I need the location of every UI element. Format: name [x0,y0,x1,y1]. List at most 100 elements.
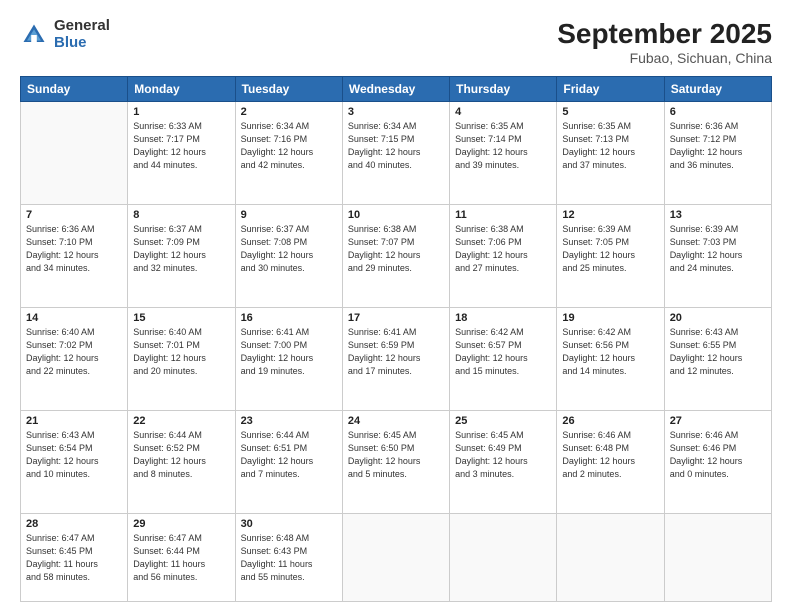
day-info: Sunrise: 6:36 AM Sunset: 7:10 PM Dayligh… [26,223,122,275]
day-info: Sunrise: 6:35 AM Sunset: 7:14 PM Dayligh… [455,120,551,172]
day-number: 1 [133,106,229,118]
day-info: Sunrise: 6:43 AM Sunset: 6:55 PM Dayligh… [670,326,766,378]
day-info: Sunrise: 6:45 AM Sunset: 6:50 PM Dayligh… [348,429,444,481]
day-number: 16 [241,312,337,324]
day-number: 24 [348,415,444,427]
day-info: Sunrise: 6:36 AM Sunset: 7:12 PM Dayligh… [670,120,766,172]
day-info: Sunrise: 6:40 AM Sunset: 7:01 PM Dayligh… [133,326,229,378]
day-number: 19 [562,312,658,324]
day-info: Sunrise: 6:44 AM Sunset: 6:52 PM Dayligh… [133,429,229,481]
day-info: Sunrise: 6:47 AM Sunset: 6:44 PM Dayligh… [133,532,229,584]
table-row: 5 Sunrise: 6:35 AM Sunset: 7:13 PM Daylig… [557,102,664,205]
table-row [450,513,557,601]
table-row: 29 Sunrise: 6:47 AM Sunset: 6:44 PM Dayli… [128,513,235,601]
day-number: 21 [26,415,122,427]
table-row: 14 Sunrise: 6:40 AM Sunset: 7:02 PM Dayli… [21,307,128,410]
table-row [342,513,449,601]
table-row: 19Sunrise: 6:42 AM Sunset: 6:56 PM Dayli… [557,307,664,410]
table-row: 18 Sunrise: 6:42 AM Sunset: 6:57 PM Dayli… [450,307,557,410]
day-info: Sunrise: 6:34 AM Sunset: 7:15 PM Dayligh… [348,120,444,172]
day-number: 14 [26,312,122,324]
table-row: 8Sunrise: 6:37 AM Sunset: 7:09 PM Daylig… [128,204,235,307]
day-number: 26 [562,415,658,427]
month-title: September 2025 [557,18,772,50]
table-row [21,102,128,205]
day-number: 7 [26,209,122,221]
table-row: 17Sunrise: 6:41 AM Sunset: 6:59 PM Dayli… [342,307,449,410]
col-sunday: Sunday [21,77,128,102]
table-row: 11 Sunrise: 6:38 AM Sunset: 7:06 PM Dayli… [450,204,557,307]
day-info: Sunrise: 6:39 AM Sunset: 7:05 PM Dayligh… [562,223,658,275]
table-row: 13 Sunrise: 6:39 AM Sunset: 7:03 PM Dayli… [664,204,771,307]
day-info: Sunrise: 6:35 AM Sunset: 7:13 PM Dayligh… [562,120,658,172]
day-info: Sunrise: 6:46 AM Sunset: 6:48 PM Dayligh… [562,429,658,481]
table-row: 23 Sunrise: 6:44 AM Sunset: 6:51 PM Dayli… [235,410,342,513]
table-row [664,513,771,601]
day-number: 15 [133,312,229,324]
col-tuesday: Tuesday [235,77,342,102]
table-row: 1 Sunrise: 6:33 AM Sunset: 7:17 PM Daylig… [128,102,235,205]
day-number: 5 [562,106,658,118]
day-info: Sunrise: 6:42 AM Sunset: 6:57 PM Dayligh… [455,326,551,378]
day-number: 18 [455,312,551,324]
day-info: Sunrise: 6:39 AM Sunset: 7:03 PM Dayligh… [670,223,766,275]
day-info: Sunrise: 6:37 AM Sunset: 7:08 PM Dayligh… [241,223,337,275]
day-number: 17 [348,312,444,324]
logo-text: General Blue [54,18,110,51]
calendar-week-5: 28Sunrise: 6:47 AM Sunset: 6:45 PM Dayli… [21,513,772,601]
calendar-week-2: 7 Sunrise: 6:36 AM Sunset: 7:10 PM Daylig… [21,204,772,307]
calendar-week-1: 1 Sunrise: 6:33 AM Sunset: 7:17 PM Daylig… [21,102,772,205]
calendar-week-3: 14 Sunrise: 6:40 AM Sunset: 7:02 PM Dayli… [21,307,772,410]
day-number: 22 [133,415,229,427]
day-info: Sunrise: 6:34 AM Sunset: 7:16 PM Dayligh… [241,120,337,172]
table-row: 2 Sunrise: 6:34 AM Sunset: 7:16 PM Daylig… [235,102,342,205]
day-number: 30 [241,518,337,530]
day-info: Sunrise: 6:45 AM Sunset: 6:49 PM Dayligh… [455,429,551,481]
calendar-week-4: 21Sunrise: 6:43 AM Sunset: 6:54 PM Dayli… [21,410,772,513]
table-row [557,513,664,601]
calendar-table: Sunday Monday Tuesday Wednesday Thursday… [20,76,772,602]
day-number: 9 [241,209,337,221]
day-info: Sunrise: 6:46 AM Sunset: 6:46 PM Dayligh… [670,429,766,481]
logo-icon [20,21,48,49]
table-row: 6Sunrise: 6:36 AM Sunset: 7:12 PM Daylig… [664,102,771,205]
table-row: 9 Sunrise: 6:37 AM Sunset: 7:08 PM Daylig… [235,204,342,307]
day-number: 23 [241,415,337,427]
table-row: 21Sunrise: 6:43 AM Sunset: 6:54 PM Dayli… [21,410,128,513]
table-row: 25Sunrise: 6:45 AM Sunset: 6:49 PM Dayli… [450,410,557,513]
day-info: Sunrise: 6:33 AM Sunset: 7:17 PM Dayligh… [133,120,229,172]
table-row: 10Sunrise: 6:38 AM Sunset: 7:07 PM Dayli… [342,204,449,307]
day-number: 27 [670,415,766,427]
day-number: 10 [348,209,444,221]
day-number: 4 [455,106,551,118]
day-info: Sunrise: 6:37 AM Sunset: 7:09 PM Dayligh… [133,223,229,275]
day-number: 12 [562,209,658,221]
day-info: Sunrise: 6:44 AM Sunset: 6:51 PM Dayligh… [241,429,337,481]
subtitle: Fubao, Sichuan, China [557,50,772,66]
col-friday: Friday [557,77,664,102]
col-wednesday: Wednesday [342,77,449,102]
table-row: 24 Sunrise: 6:45 AM Sunset: 6:50 PM Dayli… [342,410,449,513]
logo-blue: Blue [54,35,110,52]
col-thursday: Thursday [450,77,557,102]
day-number: 29 [133,518,229,530]
table-row: 3 Sunrise: 6:34 AM Sunset: 7:15 PM Daylig… [342,102,449,205]
header: General Blue September 2025 Fubao, Sichu… [20,18,772,66]
logo-general: General [54,18,110,35]
table-row: 12 Sunrise: 6:39 AM Sunset: 7:05 PM Dayli… [557,204,664,307]
day-number: 13 [670,209,766,221]
day-info: Sunrise: 6:48 AM Sunset: 6:43 PM Dayligh… [241,532,337,584]
table-row: 26 Sunrise: 6:46 AM Sunset: 6:48 PM Dayli… [557,410,664,513]
day-number: 2 [241,106,337,118]
table-row: 16Sunrise: 6:41 AM Sunset: 7:00 PM Dayli… [235,307,342,410]
table-row: 4 Sunrise: 6:35 AM Sunset: 7:14 PM Daylig… [450,102,557,205]
calendar-header-row: Sunday Monday Tuesday Wednesday Thursday… [21,77,772,102]
table-row: 15 Sunrise: 6:40 AM Sunset: 7:01 PM Dayli… [128,307,235,410]
day-number: 11 [455,209,551,221]
day-number: 28 [26,518,122,530]
day-info: Sunrise: 6:40 AM Sunset: 7:02 PM Dayligh… [26,326,122,378]
title-block: September 2025 Fubao, Sichuan, China [557,18,772,66]
logo: General Blue [20,18,110,51]
day-info: Sunrise: 6:38 AM Sunset: 7:06 PM Dayligh… [455,223,551,275]
day-number: 3 [348,106,444,118]
